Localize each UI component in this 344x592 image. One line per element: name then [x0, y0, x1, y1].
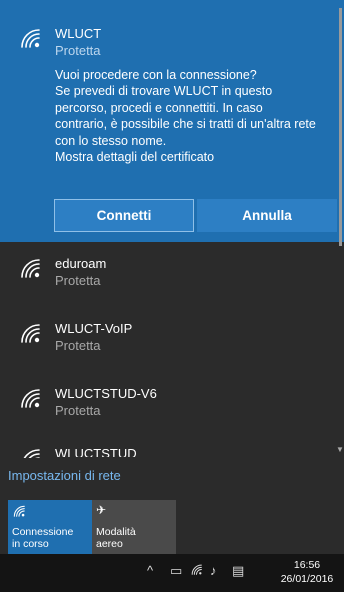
wifi-icon [18, 321, 42, 345]
tile-label: Modalità [96, 526, 136, 538]
network-name: eduroam [55, 256, 107, 271]
battery-icon[interactable]: ▭ [170, 563, 182, 579]
prompt-line: Se prevedi di trovare WLUCT in questo [55, 84, 273, 99]
network-status: Protetta [55, 273, 101, 288]
airplane-icon: ✈ [96, 503, 107, 517]
notification-icon[interactable]: ▤ [232, 563, 244, 579]
wifi-icon [18, 446, 42, 458]
volume-icon[interactable]: ♪ [210, 563, 217, 578]
time: 16:56 [293, 559, 321, 571]
network-name: WLUCTSTUD [55, 446, 137, 457]
clock[interactable]: 16:56 26/01/2016 [272, 558, 342, 586]
wifi-icon[interactable] [190, 563, 203, 579]
chevron-up-icon[interactable]: ^ [147, 563, 153, 578]
connection-prompt: Vuoi procedere con la connessione? Se pr… [55, 67, 341, 165]
date: 26/01/2016 [280, 573, 334, 585]
network-status: Protetta [55, 403, 101, 418]
scroll-down-icon[interactable]: ▼ [336, 445, 344, 454]
prompt-line: con lo stesso nome. [55, 133, 167, 148]
prompt-line: percorso, procedi e connettiti. In caso [55, 100, 263, 115]
tile-label: aereo [96, 538, 123, 550]
tile-label: Connessione [12, 526, 74, 538]
taskbar: ^ ▭ ♪ ▤ 16:56 26/01/2016 [0, 554, 344, 592]
selected-network-name: WLUCT [55, 26, 102, 41]
selected-network-status: Protetta [55, 43, 101, 58]
wifi-icon [18, 26, 42, 50]
network-flyout: WLUCT Protetta Vuoi procedere con la con… [0, 0, 344, 554]
cancel-button[interactable]: Annulla [197, 199, 337, 232]
prompt-line: Vuoi procedere con la connessione? [55, 68, 257, 82]
certificate-details-link[interactable]: Mostra dettagli del certificato [55, 149, 341, 165]
connect-button[interactable]: Connetti [54, 199, 194, 232]
network-name: WLUCTSTUD-V6 [55, 386, 157, 401]
wifi-icon [18, 386, 42, 410]
airplane-mode-quick-action[interactable]: ✈ Modalità aereo [92, 500, 176, 554]
wifi-quick-action[interactable]: Connessione in corso [8, 500, 92, 554]
tile-label: in corso [12, 538, 49, 550]
prompt-line: contrario, è possibile che si tratti di … [55, 117, 316, 132]
network-name: WLUCT-VoIP [55, 321, 133, 336]
wifi-icon [12, 504, 88, 520]
wifi-icon [18, 256, 42, 280]
selected-network-panel[interactable]: WLUCT Protetta Vuoi procedere con la con… [0, 0, 344, 242]
network-settings-link[interactable]: Impostazioni di rete [8, 468, 121, 483]
scrollbar-thumb[interactable] [339, 8, 342, 246]
network-status: Protetta [55, 338, 101, 353]
